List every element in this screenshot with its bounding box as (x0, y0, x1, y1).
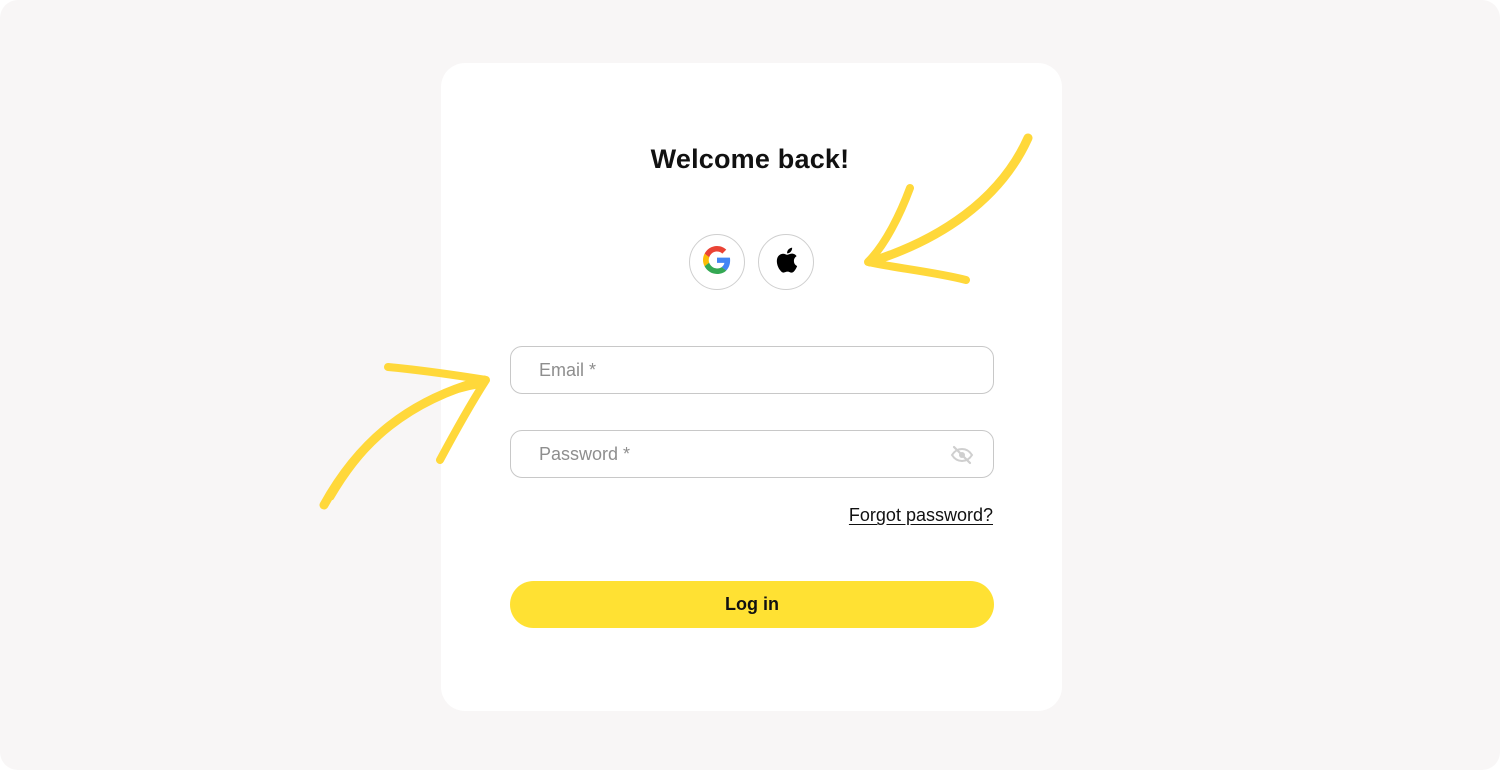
apple-icon (774, 246, 798, 279)
forgot-password-link[interactable]: Forgot password? (849, 505, 993, 526)
email-field-container (510, 346, 994, 394)
eye-off-icon[interactable] (949, 443, 975, 467)
google-icon (703, 245, 731, 279)
email-input[interactable] (511, 347, 993, 393)
page-title: Welcome back! (650, 144, 850, 174)
google-login-button[interactable] (689, 234, 745, 290)
login-button[interactable]: Log in (510, 581, 994, 628)
password-input[interactable] (511, 431, 993, 477)
apple-login-button[interactable] (758, 234, 814, 290)
password-field-container (510, 430, 994, 478)
